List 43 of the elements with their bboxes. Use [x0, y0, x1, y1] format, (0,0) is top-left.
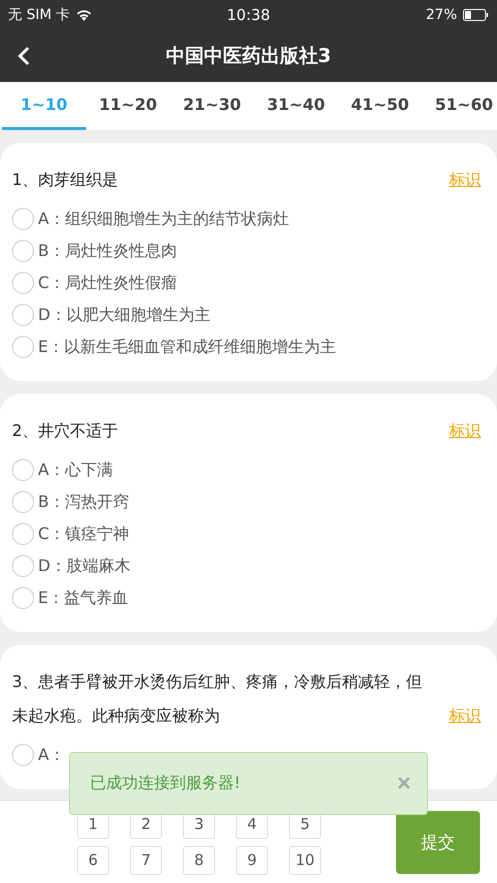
radio-button[interactable]: [12, 208, 34, 230]
option-text[interactable]: A：: [38, 744, 65, 766]
option-text[interactable]: B：泻热开窍: [38, 492, 129, 512]
radio-button[interactable]: [12, 304, 34, 326]
radio-button[interactable]: [12, 459, 34, 481]
radio-button[interactable]: [12, 523, 34, 545]
question-number-button[interactable]: 8: [183, 846, 215, 874]
question-number-button[interactable]: 9: [236, 846, 268, 874]
radio-button[interactable]: [12, 336, 34, 358]
radio-button[interactable]: [12, 587, 34, 609]
question-number-button[interactable]: 7: [130, 846, 162, 874]
radio-button[interactable]: [12, 744, 34, 766]
radio-button[interactable]: [12, 491, 34, 513]
radio-button[interactable]: [12, 555, 34, 577]
question-text: 1、肉芽组织是: [12, 169, 118, 191]
range-tab[interactable]: 31~40: [254, 82, 338, 130]
carrier-text: 无 SIM 卡: [8, 6, 70, 24]
question-text: 2、井穴不适于: [12, 420, 118, 442]
radio-button[interactable]: [12, 240, 34, 262]
page-title: 中国中医药出版社3: [166, 44, 332, 69]
range-tab[interactable]: 21~30: [170, 82, 254, 130]
option-text[interactable]: E：益气养血: [38, 588, 128, 608]
option-text[interactable]: B：局灶性炎性息肉: [38, 240, 177, 262]
range-tab[interactable]: 41~50: [338, 82, 422, 130]
question-text: 3、患者手臂被开水烫伤后红肿、疼痛，冷敷后稍减轻，但未起水疱。此种病变应被称为: [12, 671, 424, 727]
back-icon: [18, 46, 30, 66]
wifi-icon: [76, 9, 92, 21]
battery-text: 27%: [426, 7, 457, 23]
option-text[interactable]: E：以新生毛细血管和成纤维细胞增生为主: [38, 336, 336, 358]
option-text[interactable]: A：组织细胞增生为主的结节状病灶: [38, 208, 289, 230]
range-tab[interactable]: 51~60: [422, 82, 497, 130]
clock-text: 10:38: [226, 6, 270, 24]
range-tab[interactable]: 11~20: [86, 82, 170, 130]
option-text[interactable]: D：以肥大细胞增生为主: [38, 304, 210, 326]
question-number-button[interactable]: 10: [289, 846, 321, 874]
battery-icon: [463, 9, 489, 21]
question-number-button[interactable]: 6: [77, 846, 109, 874]
radio-button[interactable]: [12, 272, 34, 294]
option-text[interactable]: D：肢端麻木: [38, 556, 130, 576]
toast-text: 已成功连接到服务器!: [90, 773, 240, 794]
option-text[interactable]: C：局灶性炎性假瘤: [38, 272, 178, 294]
option-text[interactable]: C：镇痉宁神: [38, 524, 130, 544]
option-text[interactable]: A：心下满: [38, 460, 113, 480]
